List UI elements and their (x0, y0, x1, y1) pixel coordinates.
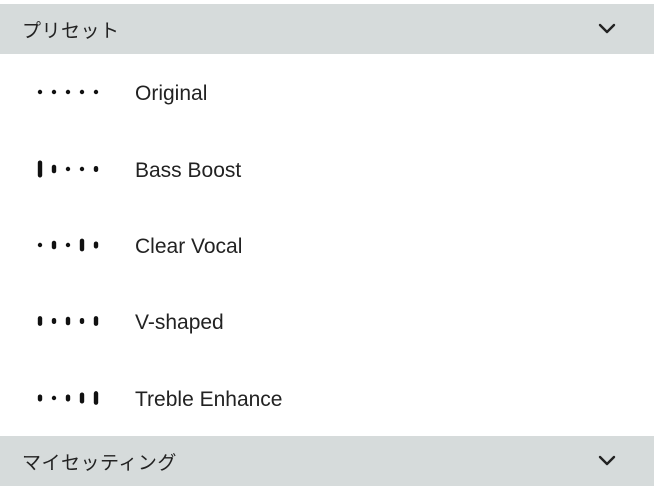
my-settings-section-header[interactable]: マイセッティング (0, 436, 654, 486)
eq-bar (79, 238, 85, 252)
eq-bar (93, 165, 99, 172)
eq-bar (65, 394, 71, 402)
preset-item-treble-enhance[interactable]: Treble Enhance (0, 360, 654, 436)
eq-clear-vocal-icon (37, 238, 99, 252)
eq-bar (37, 160, 43, 178)
preset-label: V-shaped (135, 311, 224, 335)
eq-bar (37, 316, 43, 327)
eq-bar (65, 89, 71, 95)
eq-v-shaped-icon (37, 316, 99, 327)
eq-bar (65, 166, 71, 171)
preset-list: Original Bass Boost Clear Vocal V-shaped… (0, 54, 654, 436)
preset-item-clear-vocal[interactable]: Clear Vocal (0, 207, 654, 283)
my-settings-section-title: マイセッティング (22, 451, 177, 474)
preset-label: Bass Boost (135, 158, 242, 182)
eq-bar (65, 317, 71, 326)
eq-bar (79, 318, 85, 325)
eq-treble-enhance-icon (37, 390, 99, 405)
chevron-down-icon[interactable] (596, 450, 618, 472)
eq-bar (51, 89, 57, 95)
preset-item-original[interactable]: Original (0, 54, 654, 130)
preset-item-bass-boost[interactable]: Bass Boost (0, 130, 654, 206)
chevron-down-icon[interactable] (596, 18, 618, 40)
preset-item-v-shaped[interactable]: V-shaped (0, 283, 654, 359)
eq-original-icon (37, 89, 99, 95)
preset-label: Clear Vocal (135, 234, 243, 258)
eq-bar (79, 89, 85, 95)
eq-bar (37, 394, 43, 402)
eq-bar (37, 89, 43, 95)
preset-label: Original (135, 82, 208, 106)
eq-bar (51, 240, 57, 250)
presets-section-header[interactable]: プリセット (0, 4, 654, 54)
eq-bar (37, 242, 43, 248)
eq-bar (79, 166, 85, 171)
eq-bar (93, 89, 99, 95)
eq-bass-boost-icon (37, 160, 99, 178)
presets-section-title: プリセット (22, 19, 120, 42)
eq-bar (51, 164, 57, 173)
eq-bar (51, 395, 57, 400)
eq-bar (51, 318, 57, 325)
eq-bar (79, 392, 85, 404)
eq-bar (93, 241, 99, 249)
eq-bar (65, 242, 71, 248)
eq-bar (93, 390, 99, 405)
preset-label: Treble Enhance (135, 387, 283, 411)
eq-bar (93, 316, 99, 327)
